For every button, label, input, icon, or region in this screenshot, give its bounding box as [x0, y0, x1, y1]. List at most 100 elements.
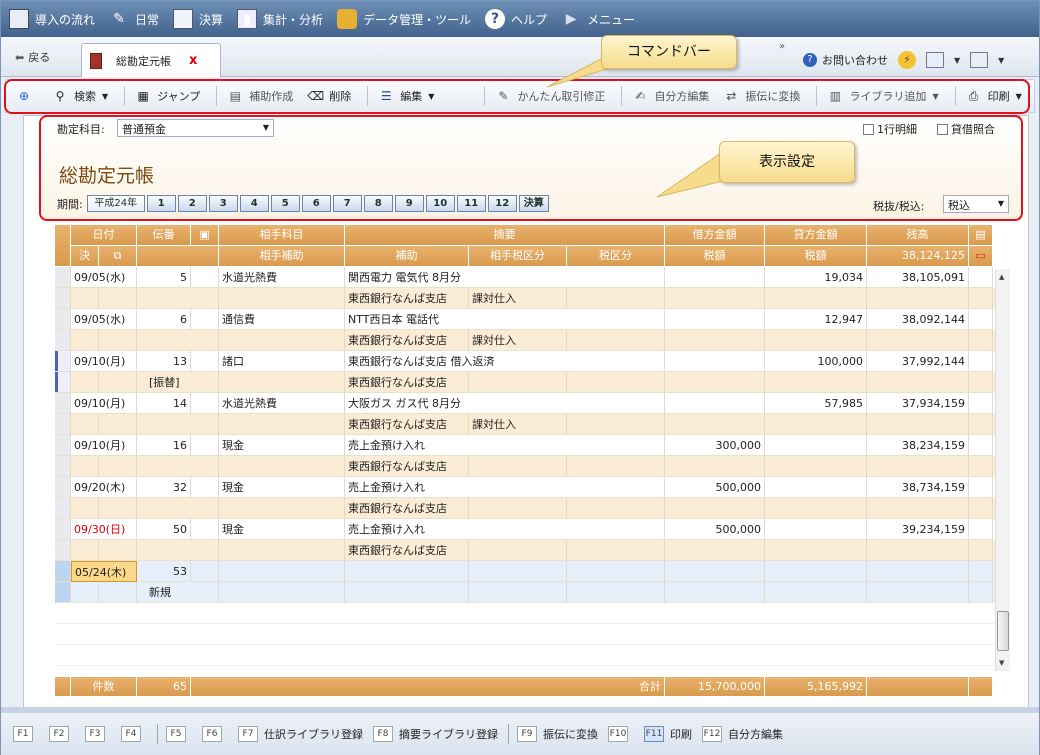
column-header-counter-tax[interactable]: 相手税区分	[469, 246, 567, 267]
cell-empty[interactable]	[867, 288, 969, 309]
cell-empty[interactable]	[969, 309, 993, 330]
cell-account[interactable]: 諸口	[219, 351, 345, 372]
new-cell-date[interactable]: 05/24(木)	[71, 561, 137, 582]
cell-empty[interactable]	[99, 540, 137, 561]
cell-empty[interactable]	[191, 561, 219, 582]
cell-debit[interactable]	[665, 393, 765, 414]
cell-empty[interactable]	[969, 393, 993, 414]
menu-item-report[interactable]: ▮ 集計・分析	[237, 1, 323, 37]
cell-empty[interactable]	[765, 498, 867, 519]
cell-ctax[interactable]	[469, 498, 567, 519]
function-key-f11[interactable]: F11 印刷	[644, 726, 692, 742]
function-key-f7[interactable]: F7 仕訳ライブラリ登録	[238, 726, 363, 742]
cell-tag[interactable]	[137, 288, 219, 309]
cell-empty[interactable]	[867, 540, 969, 561]
cell-summary[interactable]: 関西電力 電気代 8月分	[345, 267, 665, 288]
cell-date[interactable]: 09/10(月)	[71, 435, 137, 456]
cell-debit[interactable]	[665, 351, 765, 372]
cell-empty[interactable]	[567, 414, 665, 435]
cell-credit[interactable]	[765, 519, 867, 540]
column-header-voucher[interactable]: 伝番	[137, 225, 191, 246]
cell-tag[interactable]: [振替]	[137, 372, 219, 393]
cell-sub[interactable]: 東西銀行なんば支店	[345, 372, 469, 393]
cell-empty[interactable]	[219, 288, 345, 309]
cell-empty[interactable]	[219, 540, 345, 561]
cell-account[interactable]: 水道光熱費	[219, 267, 345, 288]
row-marker[interactable]	[55, 414, 71, 435]
window-close-icon[interactable]	[970, 52, 989, 68]
cell-sub[interactable]: 東西銀行なんば支店	[345, 414, 469, 435]
cell-ctax[interactable]: 課対仕入	[469, 414, 567, 435]
table-row-detail[interactable]: 東西銀行なんば支店 課対仕入	[55, 330, 995, 351]
cell-empty[interactable]	[71, 372, 99, 393]
cell-sub[interactable]: 東西銀行なんば支店	[345, 456, 469, 477]
new-entry-row[interactable]: 新規	[55, 582, 995, 603]
close-icon[interactable]: x	[189, 53, 197, 68]
cell-credit[interactable]: 57,985	[765, 393, 867, 414]
cell-ctax[interactable]: 課対仕入	[469, 288, 567, 309]
cell-no[interactable]: 14	[137, 393, 191, 414]
row-marker[interactable]	[55, 351, 71, 372]
menu-item-help[interactable]: ? ヘルプ	[485, 1, 547, 37]
menu-item-menu[interactable]: ▶ メニュー	[561, 1, 635, 37]
cell-empty[interactable]	[969, 267, 993, 288]
cell-empty[interactable]	[665, 288, 765, 309]
cell-empty[interactable]	[765, 540, 867, 561]
row-marker[interactable]	[55, 393, 71, 414]
cell-empty[interactable]	[99, 414, 137, 435]
cell-empty[interactable]	[665, 561, 765, 582]
cell-empty[interactable]	[71, 456, 99, 477]
cell-balance[interactable]: 38,092,144	[867, 309, 969, 330]
cell-balance[interactable]: 38,234,159	[867, 435, 969, 456]
key-cap[interactable]: F6	[202, 726, 222, 742]
new-entry-row[interactable]: 05/24(木) 53	[55, 561, 995, 582]
cell-empty[interactable]	[567, 561, 665, 582]
cell-empty[interactable]	[969, 372, 993, 393]
battery-icon[interactable]: ▭	[969, 246, 993, 267]
column-header-balance[interactable]: 残高	[867, 225, 969, 246]
row-marker[interactable]	[55, 435, 71, 456]
cell-empty[interactable]	[567, 498, 665, 519]
cell-empty[interactable]	[665, 498, 765, 519]
cell-debit[interactable]: 500,000	[665, 519, 765, 540]
cell-empty[interactable]	[71, 288, 99, 309]
cell-empty[interactable]	[969, 351, 993, 372]
cell-empty[interactable]	[191, 309, 219, 330]
cell-empty[interactable]	[665, 456, 765, 477]
cell-empty[interactable]	[219, 414, 345, 435]
chevron-down-icon[interactable]: ▼	[998, 56, 1004, 65]
cell-empty[interactable]	[99, 582, 137, 603]
cell-balance[interactable]: 39,234,159	[867, 519, 969, 540]
cell-empty[interactable]	[567, 372, 665, 393]
table-row-detail[interactable]: 東西銀行なんば支店 課対仕入	[55, 288, 995, 309]
cell-ctax[interactable]	[469, 372, 567, 393]
cell-empty[interactable]	[567, 582, 665, 603]
cell-empty[interactable]	[71, 582, 99, 603]
cell-tag[interactable]	[137, 456, 219, 477]
cell-account[interactable]: 現金	[219, 519, 345, 540]
column-header-counter-account[interactable]: 相手科目	[219, 225, 345, 246]
key-cap[interactable]: F4	[121, 726, 141, 742]
row-marker[interactable]	[55, 456, 71, 477]
row-marker[interactable]	[55, 330, 71, 351]
function-key-f6[interactable]: F6	[202, 726, 228, 742]
cell-balance[interactable]: 37,934,159	[867, 393, 969, 414]
function-key-f2[interactable]: F2	[49, 726, 75, 742]
cell-account[interactable]: 水道光熱費	[219, 393, 345, 414]
cell-credit[interactable]: 100,000	[765, 351, 867, 372]
cell-empty[interactable]	[969, 519, 993, 540]
cell-empty[interactable]	[469, 561, 567, 582]
settings-window-icon[interactable]	[926, 52, 944, 68]
cell-no[interactable]: 6	[137, 309, 191, 330]
cell-no[interactable]: 16	[137, 435, 191, 456]
cell-account[interactable]: 現金	[219, 477, 345, 498]
scroll-up-icon[interactable]: ▲	[999, 273, 1004, 281]
back-button[interactable]: ⬅ 戻る	[15, 49, 50, 65]
table-row[interactable]: 09/10(月) 14 水道光熱費 大阪ガス ガス代 8月分 57,985 37,934,…	[55, 393, 995, 414]
cell-empty[interactable]	[969, 288, 993, 309]
column-header-sub[interactable]: 補助	[345, 246, 469, 267]
menu-item-data-tools[interactable]: データ管理・ツール	[337, 1, 471, 37]
column-header-summary[interactable]: 摘要	[345, 225, 665, 246]
cell-summary[interactable]: 大阪ガス ガス代 8月分	[345, 393, 665, 414]
cell-empty[interactable]	[567, 288, 665, 309]
